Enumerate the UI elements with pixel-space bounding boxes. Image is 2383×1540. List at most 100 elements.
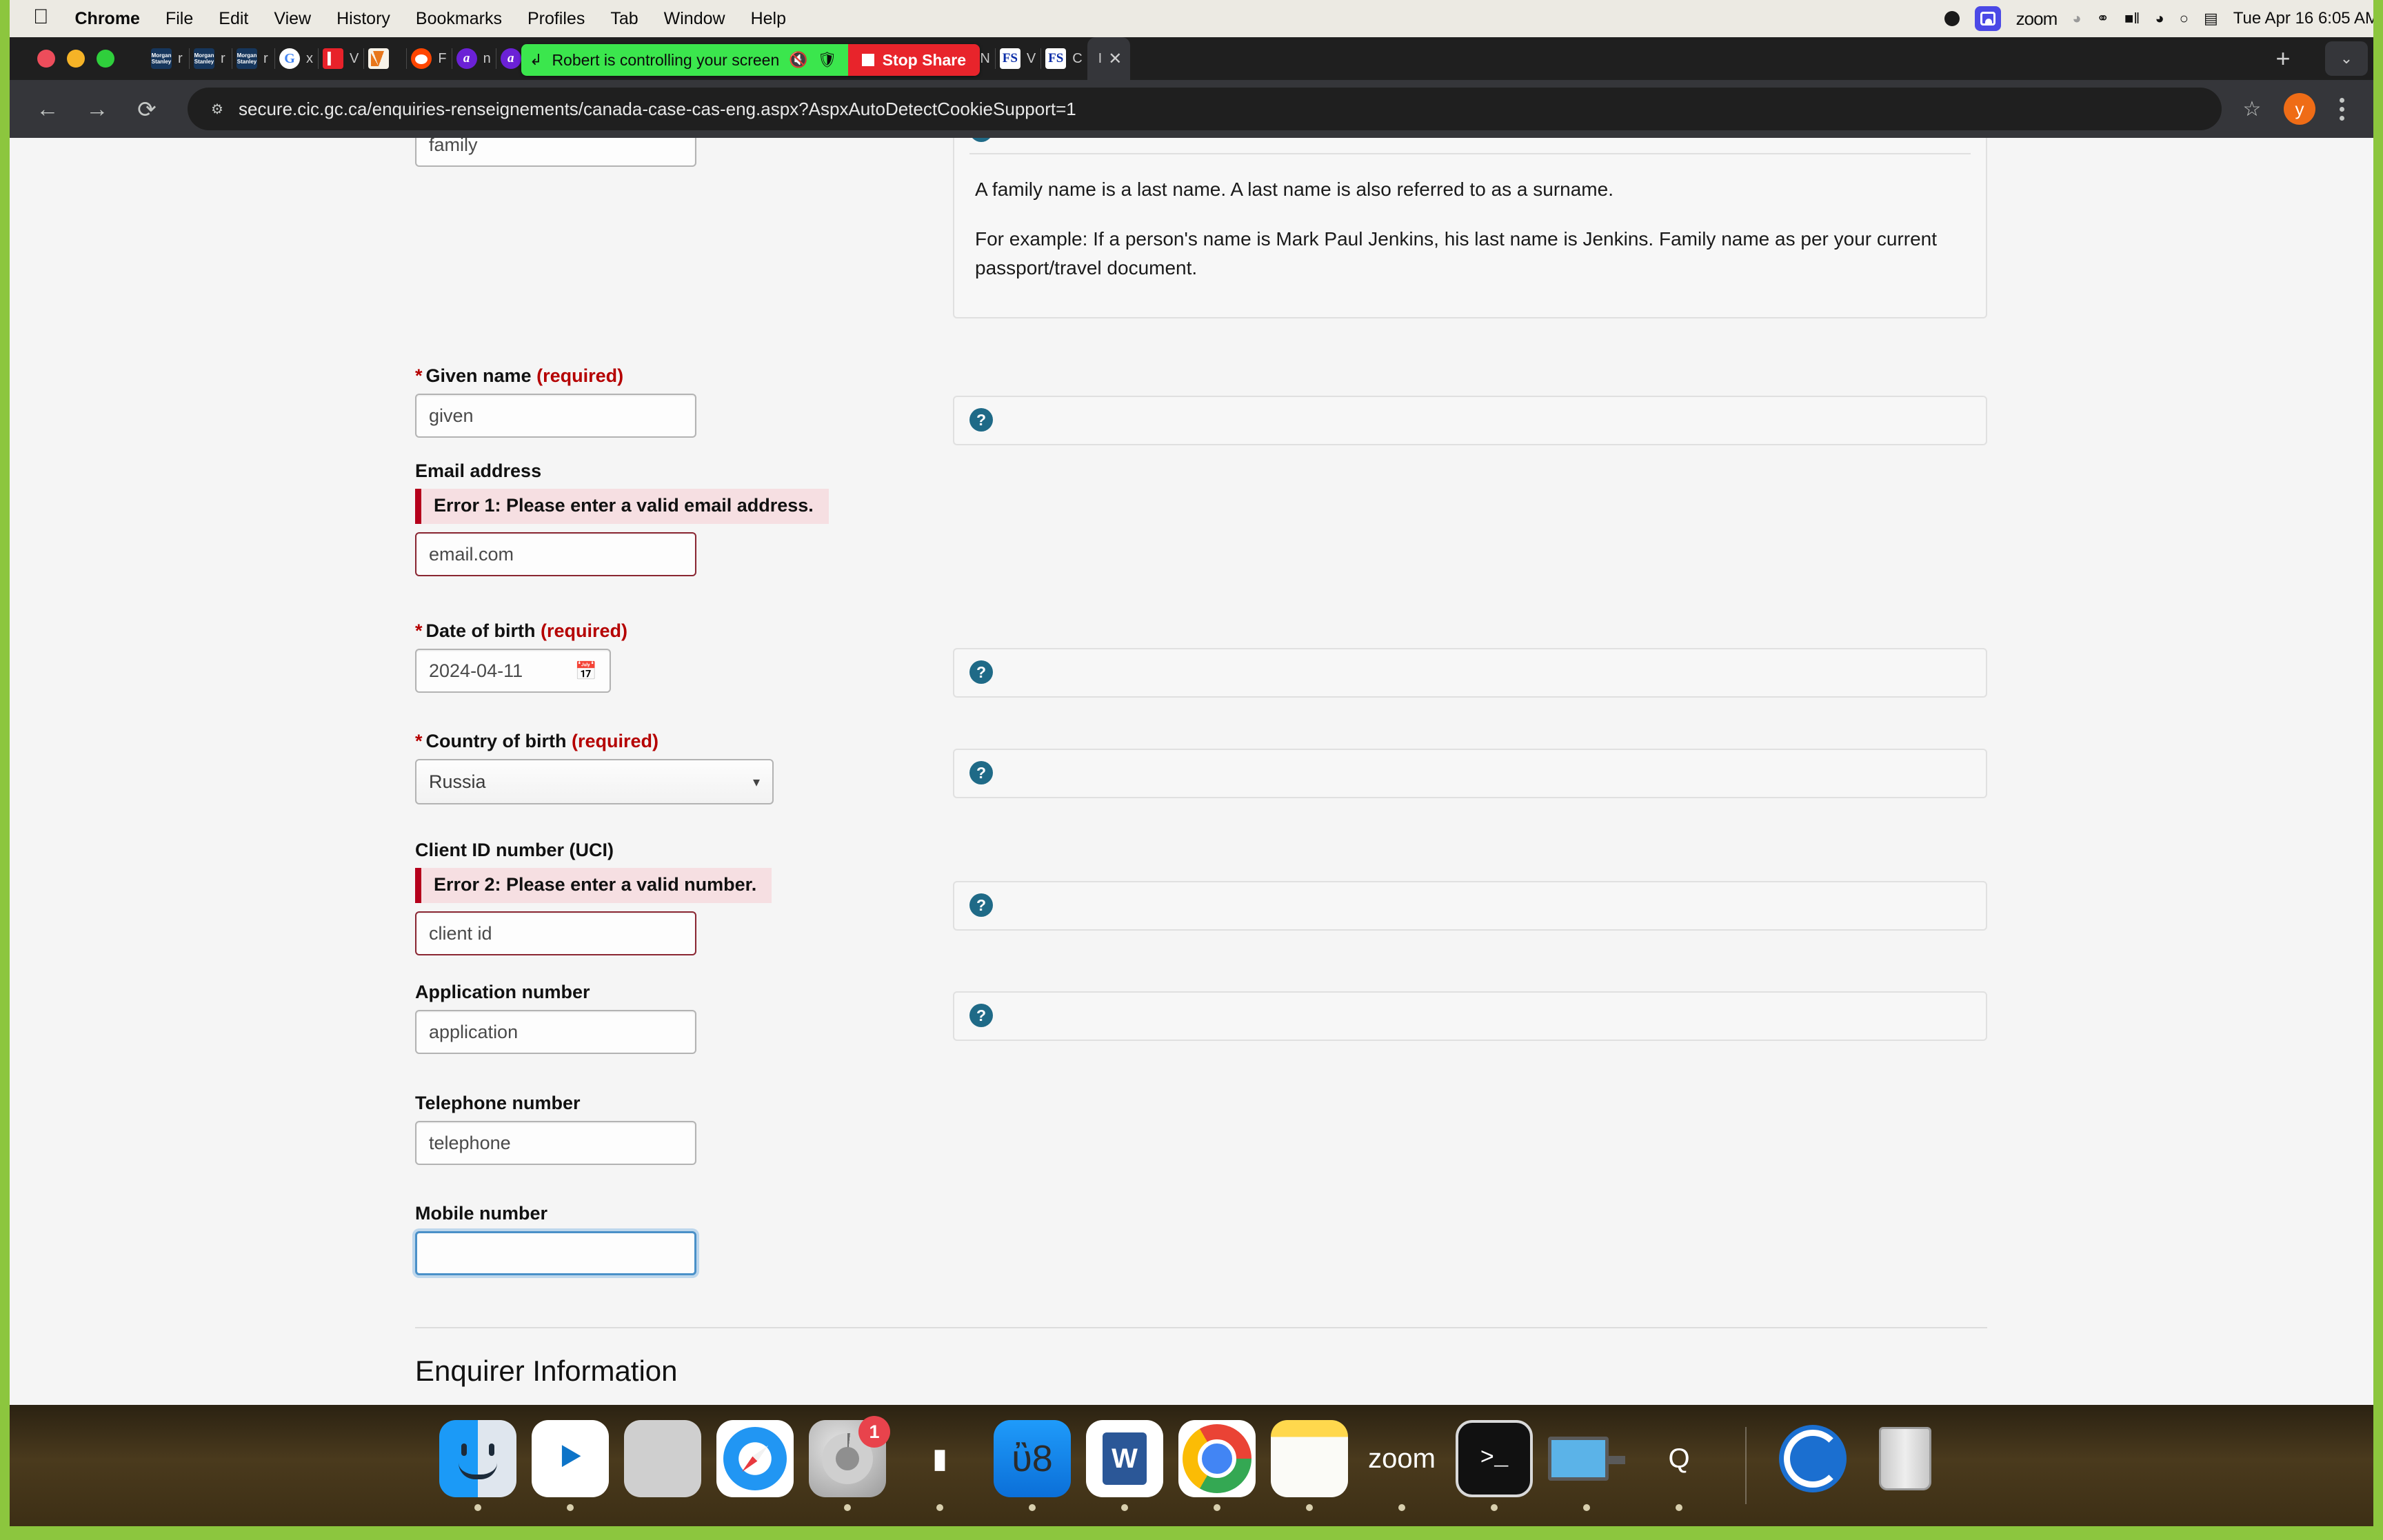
browser-tab[interactable]: FS V: [994, 37, 1040, 80]
vscode-icon[interactable]: ⯈: [532, 1420, 609, 1497]
terminal-icon[interactable]: >_: [1456, 1420, 1533, 1497]
apple-logo-icon[interactable]: : [33, 7, 49, 28]
country-of-birth-select[interactable]: Russia ▾: [415, 759, 774, 804]
dock-item-safari[interactable]: [716, 1420, 794, 1511]
dock-item-zoom[interactable]: zoom: [1363, 1420, 1440, 1511]
record-dot-icon[interactable]: [1944, 11, 1960, 26]
dock-item-screenshare[interactable]: [1548, 1420, 1625, 1511]
settings-icon[interactable]: 1: [809, 1416, 890, 1497]
menu-item-chrome[interactable]: Chrome: [75, 9, 140, 29]
email-input[interactable]: email.com: [415, 532, 696, 576]
web-page-viewport[interactable]: family ? A family name is a last name. A…: [10, 138, 2373, 1419]
wifi-icon[interactable]: ◕: [2155, 10, 2164, 28]
menu-item-window[interactable]: Window: [664, 9, 725, 29]
menu-item-file[interactable]: File: [165, 9, 193, 29]
dock-item-chrome[interactable]: [1178, 1420, 1256, 1511]
dock-item-finder[interactable]: [439, 1420, 516, 1511]
family-name-input[interactable]: family: [415, 138, 696, 167]
menu-item-help[interactable]: Help: [751, 9, 786, 29]
client-id-input[interactable]: client id: [415, 911, 696, 955]
browser-tab[interactable]: an: [451, 37, 496, 80]
dock-item-findmy[interactable]: [1774, 1420, 1851, 1511]
browser-tab-active[interactable]: I ✕: [1087, 37, 1130, 80]
help-question-icon[interactable]: ?: [969, 408, 993, 432]
menu-item-bookmarks[interactable]: Bookmarks: [416, 9, 502, 29]
trash-icon[interactable]: [1867, 1420, 1944, 1497]
menu-item-view[interactable]: View: [274, 9, 311, 29]
kebab-menu-icon[interactable]: [2328, 90, 2355, 128]
control-center-icon[interactable]: ⚭: [2097, 10, 2109, 28]
menu-item-history[interactable]: History: [336, 9, 390, 29]
screenshare-icon[interactable]: [1548, 1420, 1625, 1497]
shield-icon[interactable]: 🛡: [818, 51, 837, 69]
maximize-window-button[interactable]: [97, 50, 114, 68]
zoom-icon[interactable]: zoom: [1363, 1420, 1440, 1497]
mic-muted-icon[interactable]: 🔇: [789, 51, 807, 69]
user-switch-icon[interactable]: ▤: [2204, 10, 2218, 28]
browser-tab[interactable]: [363, 37, 406, 80]
application-number-input[interactable]: application: [415, 1010, 696, 1054]
help-question-icon[interactable]: ?: [969, 893, 993, 917]
menu-item-edit[interactable]: Edit: [219, 9, 248, 29]
chrome-icon[interactable]: [1178, 1420, 1256, 1497]
dock-item-terminal[interactable]: >_: [1456, 1420, 1533, 1511]
dock-item-quicktime[interactable]: Q: [1640, 1420, 1718, 1511]
stop-share-button[interactable]: Stop Share: [847, 44, 981, 76]
quicktime-icon[interactable]: Q: [1640, 1420, 1718, 1497]
dock-item-xcode[interactable]: ὒ8: [994, 1420, 1071, 1511]
tab-search-button[interactable]: ⌄: [2325, 41, 2368, 76]
browser-tab[interactable]: Gx: [274, 37, 318, 80]
dock-item-notes[interactable]: [1271, 1420, 1348, 1511]
word-icon[interactable]: W: [1086, 1420, 1163, 1497]
menu-item-profiles[interactable]: Profiles: [527, 9, 585, 29]
battery-icon[interactable]: ■‖: [2124, 10, 2140, 28]
findmy-icon[interactable]: [1774, 1420, 1851, 1497]
address-bar[interactable]: ⚙ secure.cic.gc.ca/enquiries-renseigneme…: [188, 88, 2222, 130]
dock-item-trash[interactable]: [1867, 1420, 1944, 1511]
given-name-input[interactable]: given: [415, 394, 696, 438]
help-question-icon[interactable]: ?: [969, 1004, 993, 1027]
dock-item-word[interactable]: W: [1086, 1420, 1163, 1511]
forward-button[interactable]: →: [77, 89, 117, 129]
safari-icon[interactable]: [716, 1420, 794, 1497]
dock-item-simulator[interactable]: ▮: [901, 1420, 978, 1511]
xcode-icon[interactable]: ὒ8: [994, 1420, 1071, 1497]
notes-icon[interactable]: [1271, 1420, 1348, 1497]
profile-avatar[interactable]: y: [2284, 93, 2315, 125]
mobile-input[interactable]: [415, 1231, 696, 1275]
close-window-button[interactable]: [37, 50, 55, 68]
minimize-window-button[interactable]: [67, 50, 85, 68]
site-settings-icon[interactable]: ⚙: [205, 101, 229, 118]
help-question-icon[interactable]: ?: [969, 138, 993, 142]
dock-item-settings[interactable]: 1: [809, 1416, 890, 1511]
dock-item-vscode[interactable]: ⯈: [532, 1420, 609, 1511]
help-question-icon[interactable]: ?: [969, 660, 993, 684]
telephone-input[interactable]: telephone: [415, 1121, 696, 1165]
finder-icon[interactable]: [439, 1420, 516, 1497]
simulator-icon[interactable]: ▮: [901, 1420, 978, 1497]
launchpad-icon[interactable]: [624, 1420, 701, 1497]
close-tab-icon[interactable]: ✕: [1108, 49, 1122, 69]
spotlight-search-icon[interactable]: ○: [2180, 10, 2189, 28]
browser-tab[interactable]: F: [406, 37, 451, 80]
new-tab-button[interactable]: +: [2264, 40, 2302, 77]
help-question-icon[interactable]: ?: [969, 761, 993, 784]
browser-tab[interactable]: V: [318, 37, 363, 80]
back-button[interactable]: ←: [28, 89, 68, 129]
menu-item-tab[interactable]: Tab: [610, 9, 638, 29]
screen-mirroring-icon[interactable]: ◕: [2072, 10, 2081, 28]
browser-tab[interactable]: Morgan Stanley r: [232, 37, 274, 80]
dock-item-launchpad[interactable]: [624, 1420, 701, 1511]
calendar-icon[interactable]: 📅: [575, 660, 597, 682]
date-of-birth-input[interactable]: 2024-04-11 📅: [415, 649, 611, 693]
browser-tab[interactable]: Morgan Stanley r: [146, 37, 189, 80]
reload-button[interactable]: ⟳: [127, 89, 167, 129]
field-group-date-of-birth: * Date of birth (required) 2024-04-11 📅: [415, 620, 967, 693]
menu-bar-clock[interactable]: Tue Apr 16 6:05 AM: [2233, 9, 2373, 28]
zoom-menu-label[interactable]: zoom: [2016, 8, 2058, 30]
bookmark-star-icon[interactable]: ☆: [2233, 90, 2271, 128]
tab-list: Morgan Stanley r Morgan Stanley r Morgan Sta…: [146, 37, 2264, 80]
browser-tab[interactable]: FS C: [1040, 37, 1087, 80]
browser-tab[interactable]: Morgan Stanley r: [189, 37, 232, 80]
zoom-share-icon[interactable]: [1974, 6, 2001, 31]
